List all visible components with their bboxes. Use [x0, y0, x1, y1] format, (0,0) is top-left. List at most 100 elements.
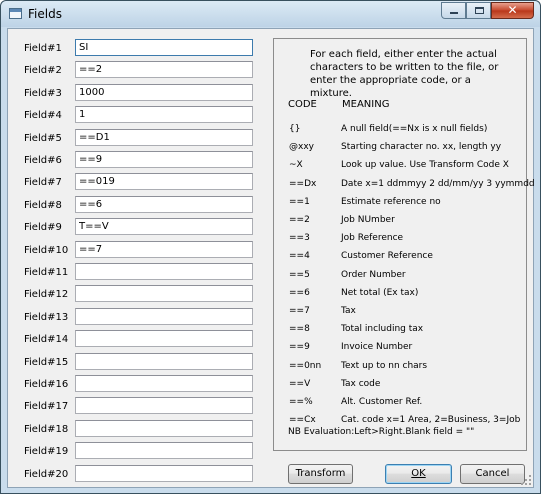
field-input-16[interactable]: [75, 375, 253, 392]
code-value: ~X: [289, 160, 303, 171]
field-label: Field#9: [24, 222, 62, 234]
code-meaning: Look up value. Use Transform Code X: [341, 160, 509, 171]
field-row: Field#4: [8, 106, 268, 126]
form-icon: [9, 8, 22, 19]
field-row: Field#16: [8, 375, 268, 395]
code-value: ==2: [289, 215, 310, 225]
code-row: ==7 Tax: [274, 306, 528, 319]
code-meaning: Job NUmber: [341, 215, 395, 225]
code-meaning: Order Number: [341, 269, 406, 280]
minimize-button[interactable]: [441, 2, 466, 19]
code-meaning: Starting character no. xx, length yy: [341, 142, 502, 153]
code-value: ==6: [289, 287, 310, 298]
field-input-14[interactable]: [75, 330, 253, 348]
close-button[interactable]: ✕: [491, 2, 534, 19]
code-row: {} A null field(==Nx is x null fields): [274, 124, 528, 137]
field-label: Field#5: [24, 132, 62, 144]
field-input-15[interactable]: [75, 352, 253, 370]
field-input-4[interactable]: [75, 106, 253, 124]
field-label: Field#7: [24, 177, 62, 189]
title-bar[interactable]: Fields ✕: [1, 1, 540, 27]
resize-grip[interactable]: [521, 475, 531, 485]
field-label: Field#19: [24, 446, 69, 458]
field-input-3[interactable]: [75, 83, 253, 101]
code-row: ==6 Net total (Ex tax): [274, 288, 528, 301]
close-icon: ✕: [507, 3, 518, 17]
code-row: ==V Tax code: [274, 379, 528, 392]
code-value: ==8: [289, 324, 310, 335]
ok-button-label: OK: [411, 468, 426, 479]
field-row: Field#5: [8, 128, 268, 149]
minimize-icon: [450, 12, 458, 14]
field-row: Field#18: [8, 419, 268, 440]
field-label: Field#6: [24, 155, 62, 166]
field-row: Field#10: [8, 240, 268, 261]
code-value: ==%: [289, 397, 313, 407]
field-input-2[interactable]: [75, 61, 253, 79]
field-input-1[interactable]: [75, 39, 253, 56]
code-value: ==V: [289, 378, 311, 389]
field-row: Field#13: [8, 307, 268, 328]
field-input-13[interactable]: [75, 307, 253, 325]
field-input-7[interactable]: [75, 173, 253, 191]
code-value: ==0nn: [289, 360, 322, 371]
transform-button[interactable]: Transform: [288, 464, 353, 484]
field-input-9[interactable]: [75, 218, 253, 236]
field-row: Field#9: [8, 218, 268, 238]
field-input-5[interactable]: [75, 128, 253, 146]
code-row: ==0nn Text up to nn chars: [274, 361, 528, 374]
code-meaning: Net total (Ex tax): [341, 287, 419, 298]
code-value: {}: [289, 124, 301, 134]
code-meaning: Estimate reference no: [341, 196, 441, 207]
code-row: ==8 Total including tax: [274, 324, 528, 337]
code-value: ==Dx: [289, 178, 317, 189]
field-input-8[interactable]: [75, 195, 253, 213]
field-row: Field#11: [8, 263, 268, 283]
field-input-18[interactable]: [75, 419, 253, 437]
maximize-button[interactable]: [466, 2, 491, 19]
field-label: Field#15: [24, 356, 69, 368]
code-meaning: Invoice Number: [341, 342, 413, 353]
field-input-11[interactable]: [75, 263, 253, 280]
code-value: ==7: [289, 306, 310, 316]
field-label: Field#14: [24, 334, 69, 346]
field-input-19[interactable]: [75, 442, 253, 460]
code-meaning: Tax code: [341, 378, 381, 389]
field-input-10[interactable]: [75, 240, 253, 258]
field-row: Field#15: [8, 352, 268, 373]
field-row: Field#12: [8, 285, 268, 305]
code-row: ==% Alt. Customer Ref.: [274, 397, 528, 410]
field-row: Field#2: [8, 61, 268, 81]
cancel-button[interactable]: Cancel: [460, 464, 525, 484]
code-value: ==5: [289, 269, 310, 280]
field-label: Field#2: [24, 65, 62, 77]
field-input-12[interactable]: [75, 285, 253, 303]
code-meaning: Date x=1 ddmmyy 2 dd/mm/yy 3 yymmdd: [341, 178, 535, 189]
field-row: Field#17: [8, 397, 268, 417]
maximize-icon: [475, 7, 484, 14]
code-row: ==3 Job Reference: [274, 233, 528, 246]
code-row: ==2 Job NUmber: [274, 215, 528, 228]
field-input-17[interactable]: [75, 397, 253, 415]
field-label: Field#4: [24, 110, 62, 122]
code-meaning: A null field(==Nx is x null fields): [341, 124, 488, 134]
code-row: ==Dx Date x=1 ddmmyy 2 dd/mm/yy 3 yymmdd: [274, 178, 535, 192]
code-row: @xxy Starting character no. xx, length yy: [274, 142, 528, 155]
help-intro: For each field, either enter the actual …: [310, 49, 499, 99]
code-row: ==9 Invoice Number: [274, 342, 528, 355]
field-row: Field#6: [8, 151, 268, 171]
code-meaning: Cat. code x=1 Area, 2=Business, 3=Job: [341, 415, 521, 426]
field-row: Field#7: [8, 173, 268, 193]
field-input-6[interactable]: [75, 151, 253, 168]
code-column-header: CODE: [288, 99, 317, 110]
code-value: ==9: [289, 342, 310, 353]
code-value: ==3: [289, 233, 310, 244]
field-label: Field#8: [24, 199, 62, 211]
field-input-20[interactable]: [75, 464, 253, 482]
field-row: Field#1: [8, 39, 268, 59]
code-value: ==Cx: [289, 415, 316, 426]
field-label: Field#13: [24, 311, 69, 323]
dialog-client-area: Field#1 Field#2 Field#3 Field#4 Field#5 Field…: [7, 28, 535, 488]
code-meaning: Job Reference: [341, 233, 404, 244]
ok-button[interactable]: OK: [385, 464, 452, 484]
